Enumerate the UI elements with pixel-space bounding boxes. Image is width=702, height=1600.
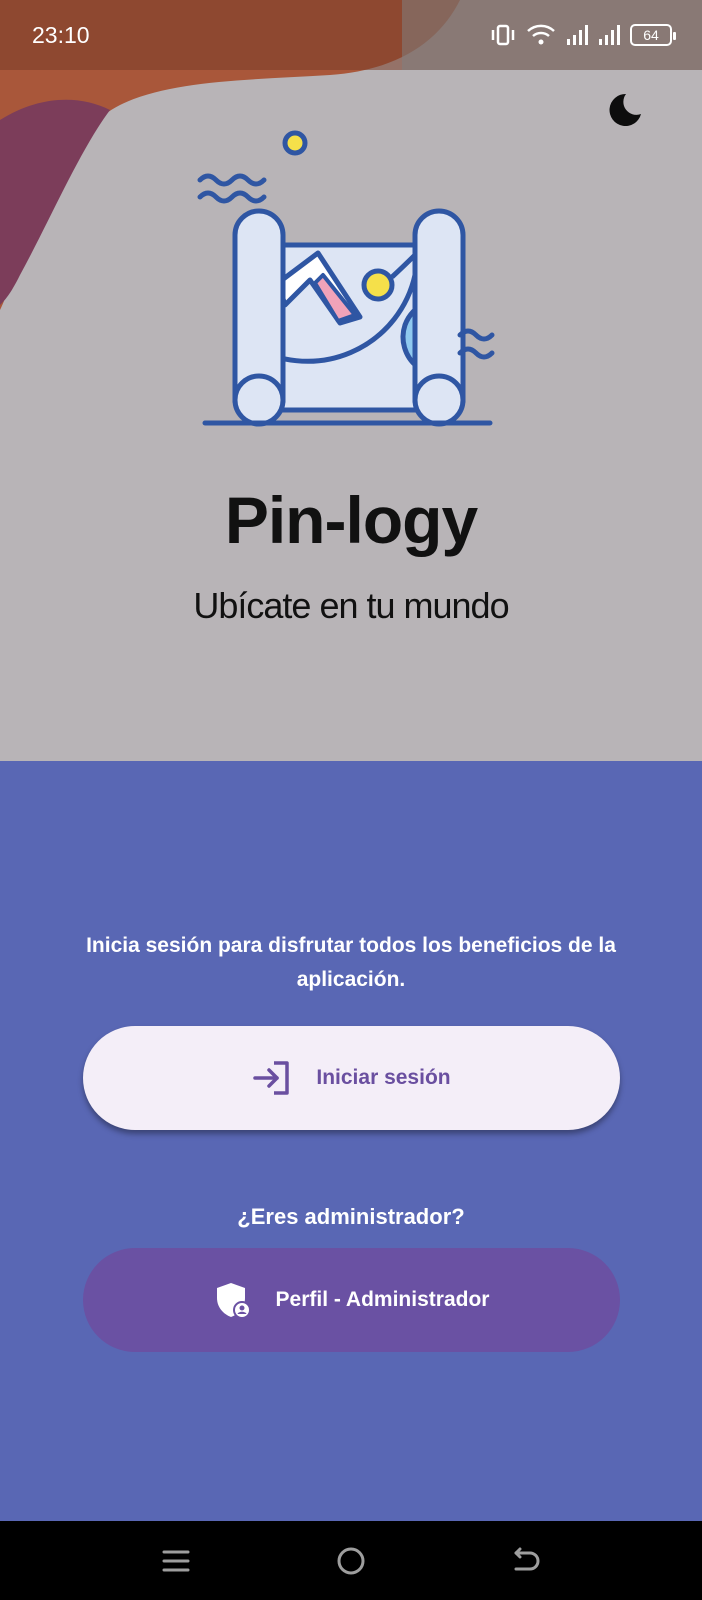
app-title: Pin-logy (224, 483, 478, 557)
status-bar: 23:10 64 (0, 0, 702, 70)
signal-icon (599, 25, 620, 45)
back-icon (514, 1547, 540, 1571)
login-button-label: Iniciar sesión (316, 1066, 451, 1089)
login-icon (253, 1061, 290, 1095)
admin-button-label: Perfil - Administrador (275, 1288, 490, 1311)
moon-icon[interactable] (604, 90, 644, 130)
home-button[interactable] (329, 1539, 373, 1583)
battery-icon: 64 (630, 24, 676, 46)
login-button[interactable]: Iniciar sesión (83, 1026, 620, 1130)
status-time: 23:10 (32, 22, 90, 48)
navigation-bar (0, 1521, 702, 1600)
login-section: Inicia sesión para disfrutar todos los b… (0, 761, 702, 1521)
menu-icon (162, 1550, 190, 1572)
status-icons: 64 (490, 20, 676, 50)
menu-button[interactable] (154, 1539, 198, 1583)
home-icon (337, 1547, 365, 1575)
admin-shield-icon (216, 1283, 251, 1319)
signal-icon (567, 25, 588, 45)
app-subtitle: Ubícate en tu mundo (193, 585, 509, 626)
battery-level: 64 (643, 27, 659, 43)
admin-profile-button[interactable]: Perfil - Administrador (83, 1248, 620, 1352)
admin-question: ¿Eres administrador? (237, 1204, 465, 1229)
map-scroll-illustration (197, 130, 495, 427)
hero-section: Pin-logy Ubícate en tu mundo (0, 0, 702, 761)
back-button[interactable] (503, 1539, 547, 1583)
wifi-icon (527, 24, 555, 45)
vibrate-icon (491, 24, 515, 46)
login-prompt: Inicia sesión para disfrutar todos los b… (86, 934, 616, 991)
